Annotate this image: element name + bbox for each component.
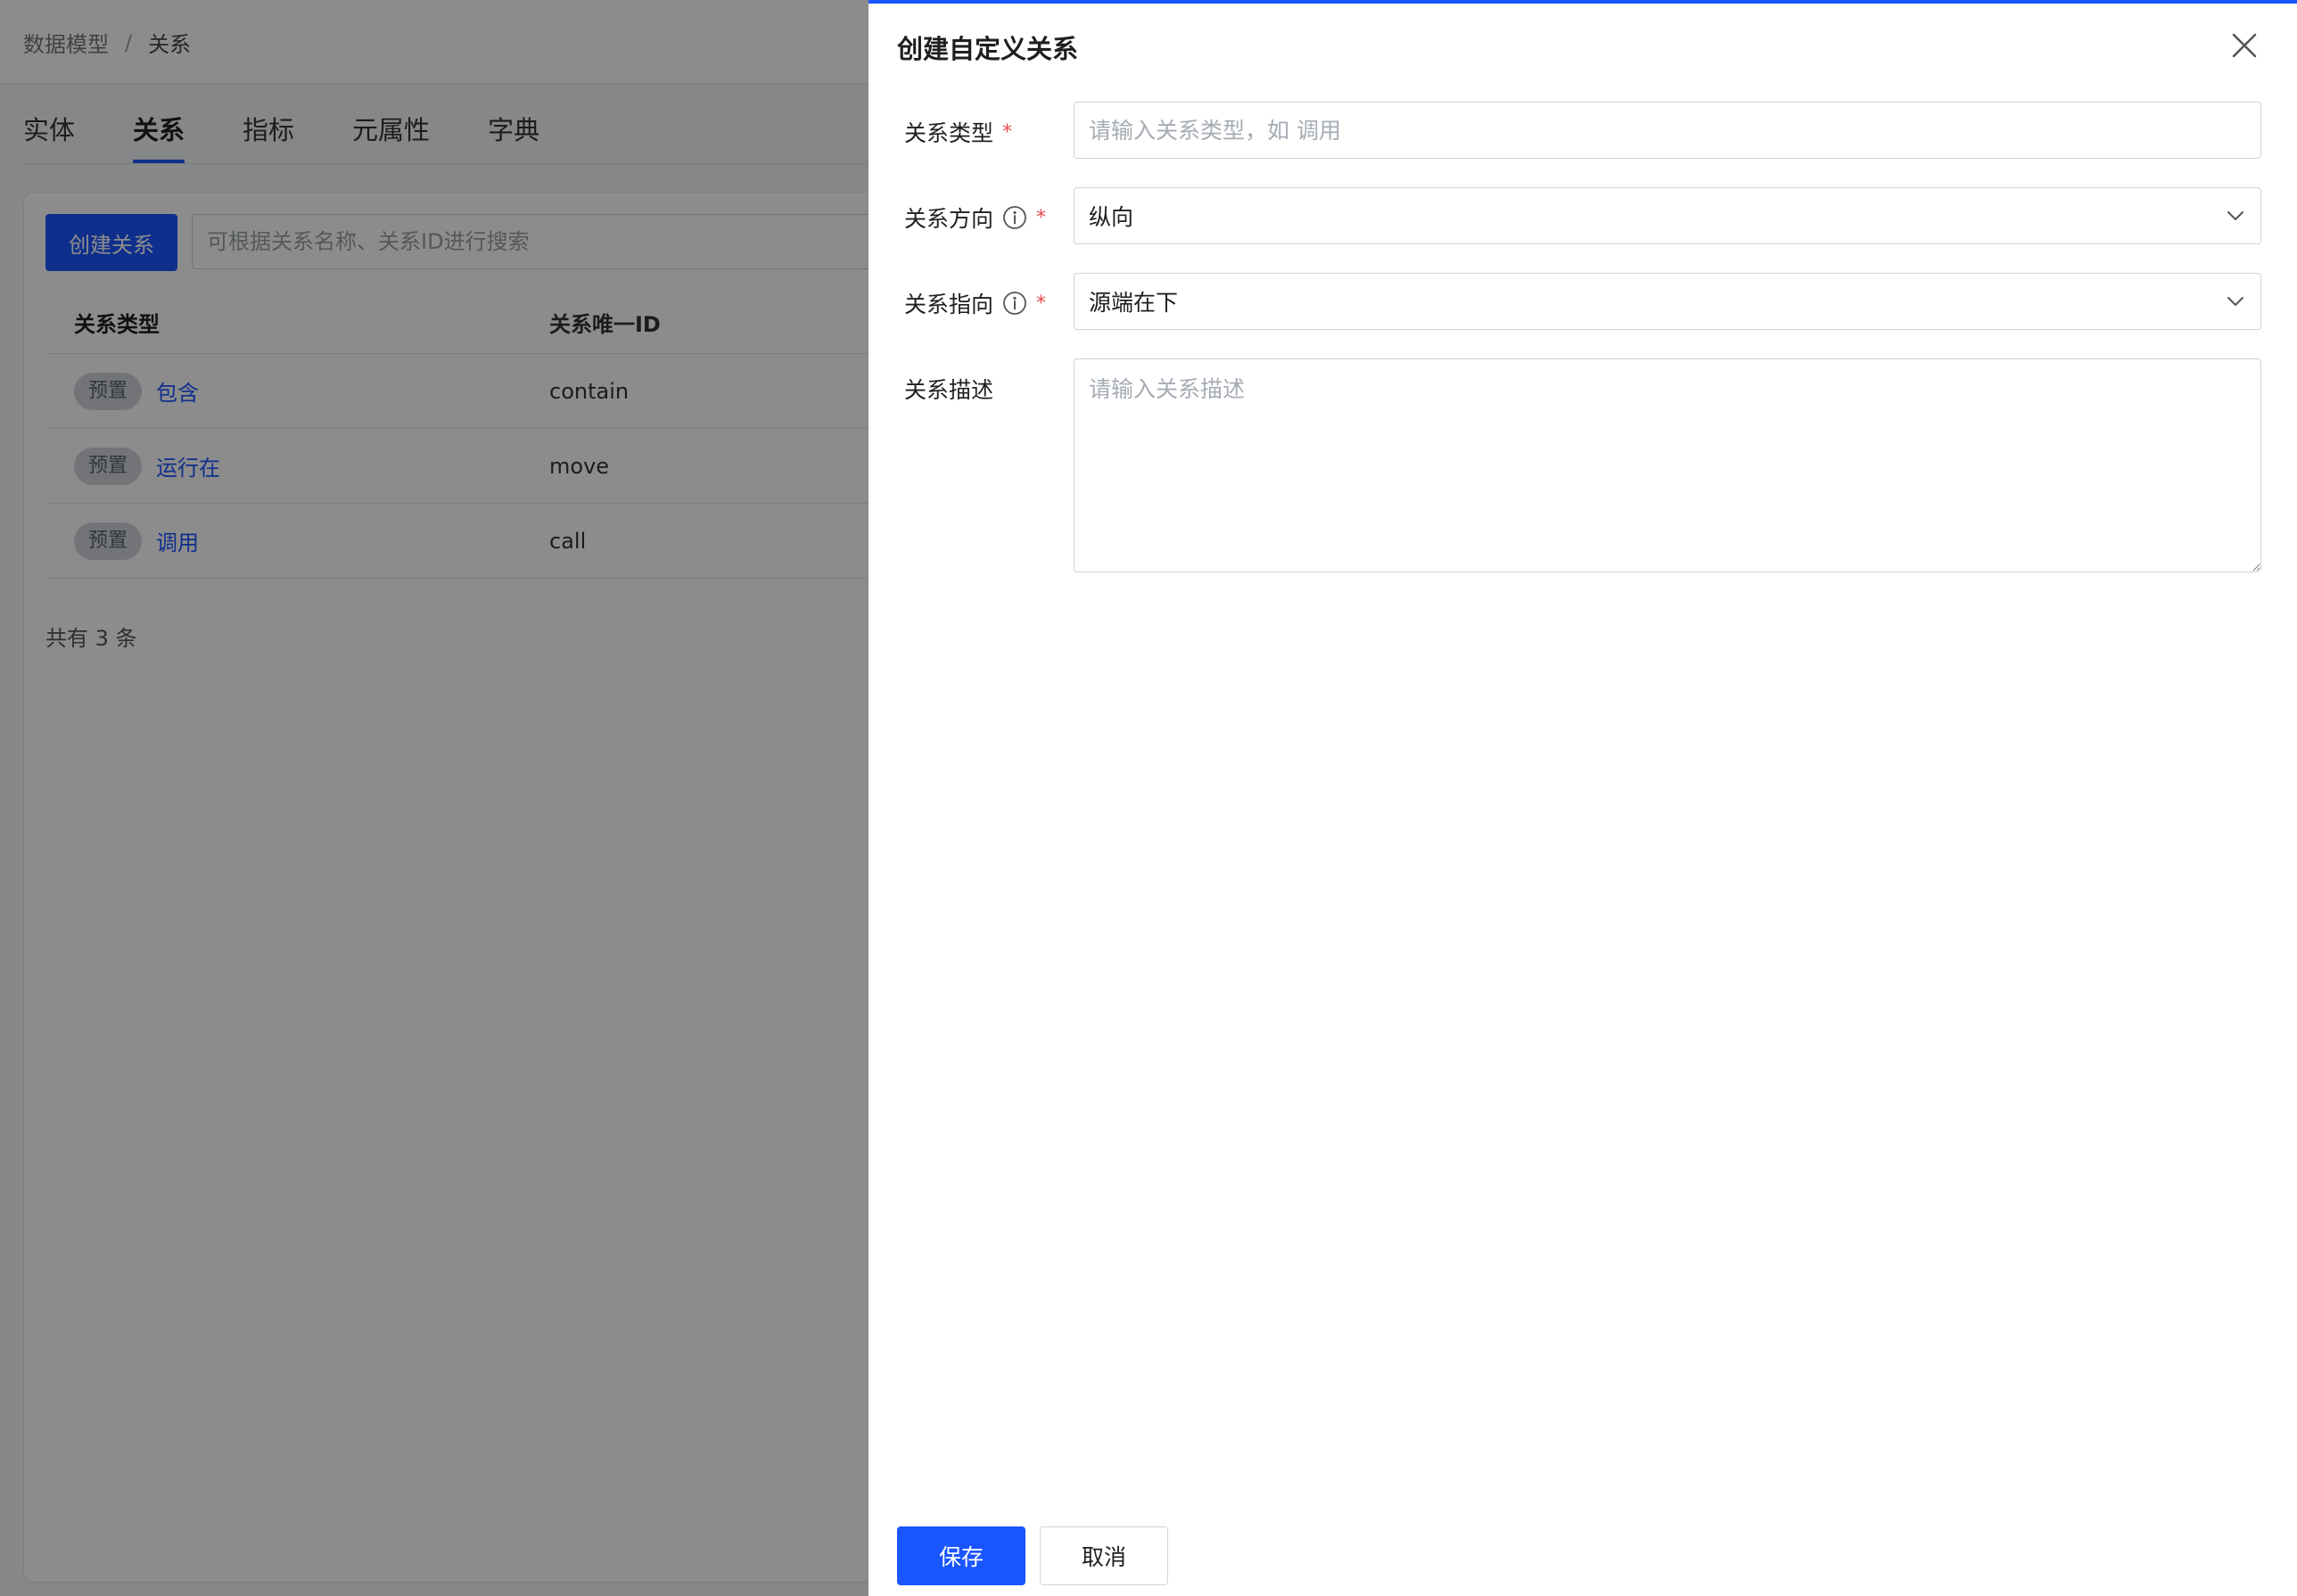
field-label-relation-description: 关系描述 — [904, 373, 993, 405]
required-mark: * — [1002, 120, 1013, 144]
label-text: 关系指向 — [904, 292, 994, 317]
drawer-title: 创建自定义关系 — [897, 34, 1079, 64]
save-button[interactable]: 保存 — [897, 1526, 1025, 1585]
chevron-down-icon — [2227, 297, 2243, 306]
selected-value: 源端在下 — [1089, 290, 1179, 316]
relation-pointing-select[interactable]: 源端在下 — [1074, 273, 2261, 330]
relation-description-textarea[interactable] — [1074, 358, 2261, 572]
info-icon[interactable] — [1002, 205, 1027, 230]
label-text: 关系类型 — [904, 120, 994, 146]
field-label-relation-pointing: 关系指向 * — [904, 287, 1046, 319]
info-icon[interactable] — [1002, 291, 1027, 316]
selected-value: 纵向 — [1089, 204, 1134, 230]
required-mark: * — [1036, 292, 1047, 315]
relation-direction-select[interactable]: 纵向 — [1074, 187, 2261, 244]
label-text: 关系方向 — [904, 206, 994, 232]
cancel-button[interactable]: 取消 — [1040, 1526, 1168, 1585]
chevron-down-icon — [2227, 211, 2243, 220]
relation-type-input[interactable] — [1074, 102, 2261, 159]
field-label-relation-direction: 关系方向 * — [904, 202, 1046, 234]
close-icon[interactable] — [2229, 30, 2260, 61]
create-relation-drawer: 创建自定义关系 关系类型 * 关系方向 * 纵向 — [869, 0, 2297, 1596]
label-text: 关系描述 — [904, 377, 994, 403]
field-label-relation-type: 关系类型 * — [904, 116, 1012, 148]
required-mark: * — [1036, 206, 1047, 229]
